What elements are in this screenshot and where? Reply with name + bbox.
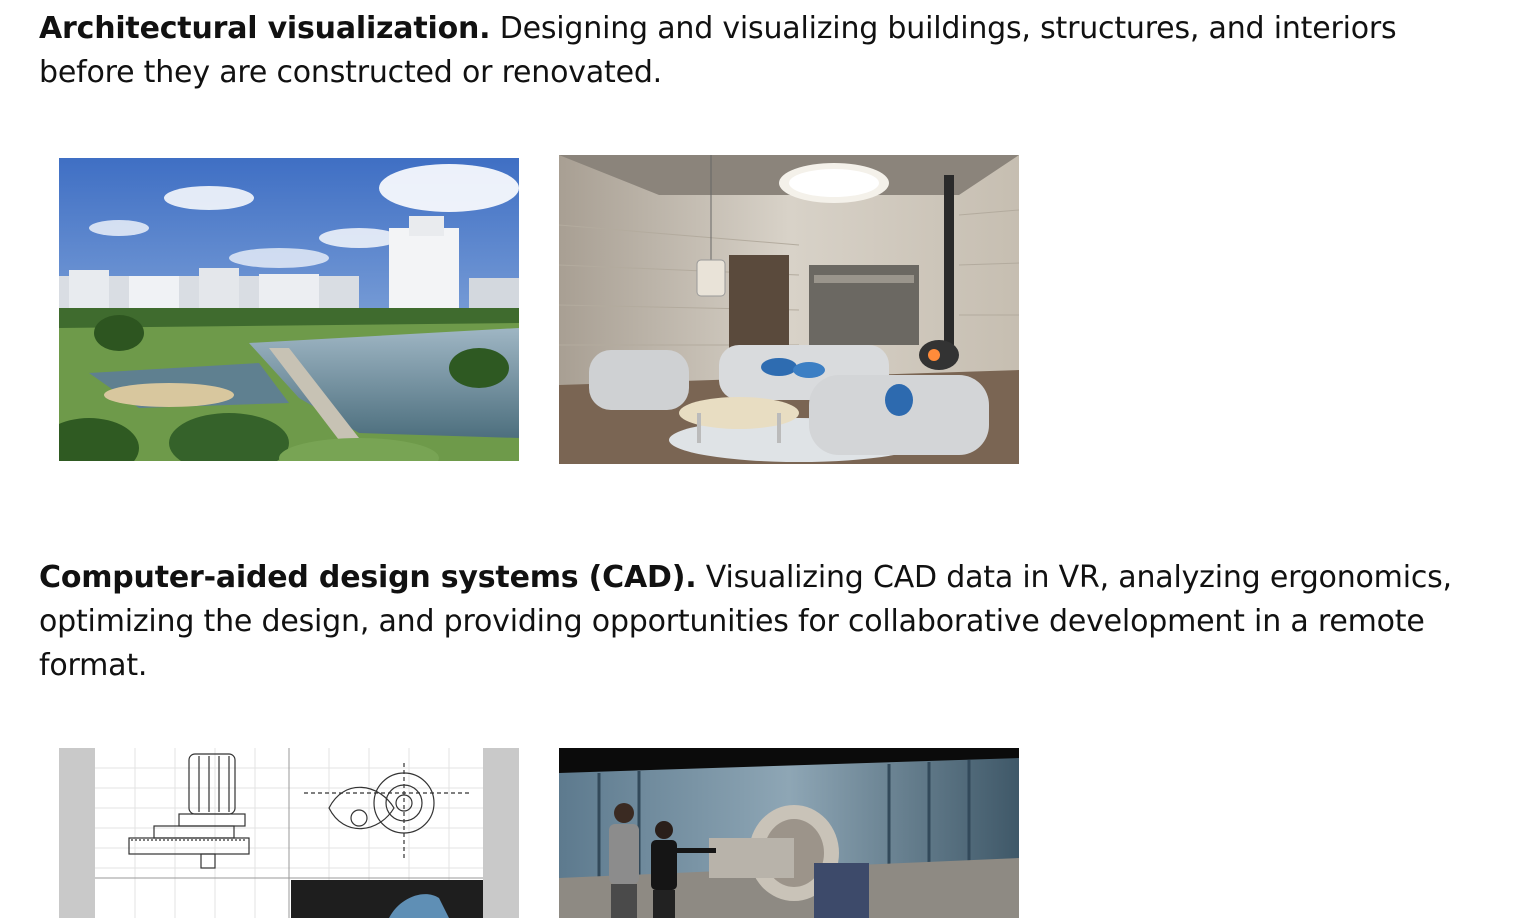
section-cad-heading: Computer-aided design systems (CAD). — [39, 560, 697, 595]
interior-living-room-rendering-image — [559, 155, 1019, 464]
cad-technical-drawing-image — [59, 748, 519, 918]
section-architectural-heading: Architectural visualization. — [39, 11, 491, 46]
architectural-city-rendering-image — [59, 158, 519, 461]
vr-cave-engine-visualization-image — [559, 748, 1019, 918]
section-cad-paragraph: Computer-aided design systems (CAD). Vis… — [39, 556, 1499, 688]
section-architectural-paragraph: Architectural visualization. Designing a… — [39, 7, 1499, 95]
